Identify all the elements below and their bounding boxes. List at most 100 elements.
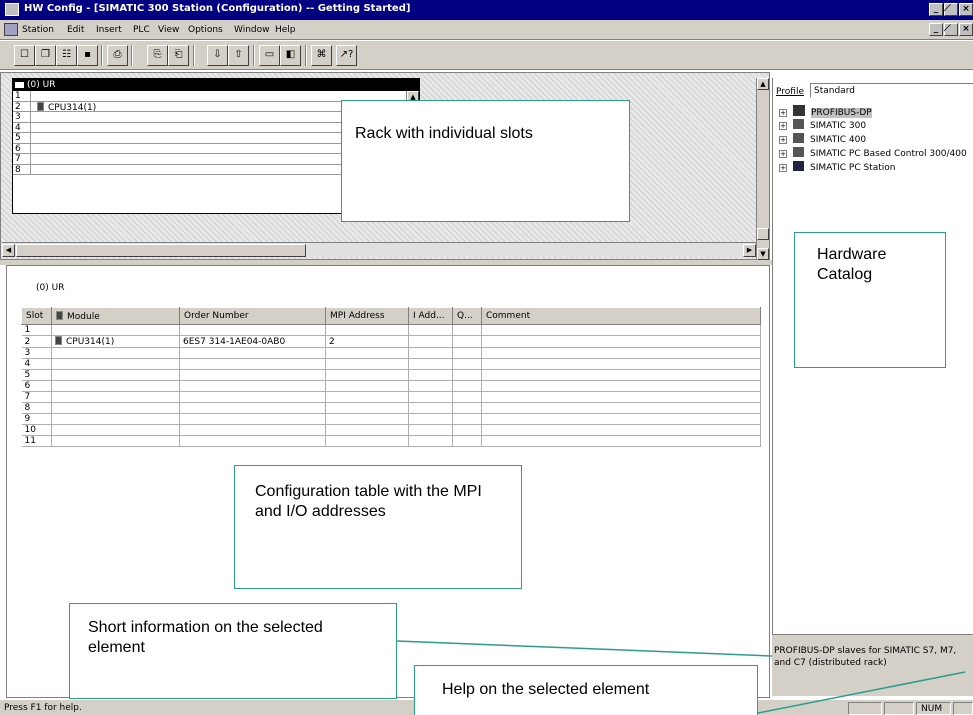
menu-window[interactable]: Window <box>234 25 270 35</box>
profile-select[interactable]: Standard <box>810 83 973 98</box>
cell-i-address[interactable] <box>408 358 453 370</box>
cell-q-address[interactable] <box>452 358 482 370</box>
cell-slot[interactable]: 8 <box>21 402 52 414</box>
table-row[interactable]: 7 <box>21 391 761 403</box>
menu-options[interactable]: Options <box>188 25 223 35</box>
cell-slot[interactable]: 1 <box>21 324 52 336</box>
cell-q-address[interactable] <box>452 335 482 348</box>
cell-module[interactable] <box>51 402 180 414</box>
cell-module[interactable] <box>51 380 180 392</box>
cell-i-address[interactable] <box>408 424 453 436</box>
cell-order-number[interactable] <box>179 424 326 436</box>
cell-comment[interactable] <box>481 335 761 348</box>
cell-mpi-address[interactable] <box>325 324 409 336</box>
expand-icon[interactable]: + <box>779 122 787 130</box>
cell-i-address[interactable] <box>408 369 453 381</box>
cell-q-address[interactable] <box>452 369 482 381</box>
cell-q-address[interactable] <box>452 402 482 414</box>
minimize-button[interactable]: _ <box>929 3 943 16</box>
cell-q-address[interactable] <box>452 435 482 447</box>
table-row[interactable]: 9 <box>21 413 761 425</box>
new-icon[interactable]: ☐ <box>14 45 35 66</box>
table-row[interactable]: 2 CPU314(1) 6ES7 314-1AE04-0AB0 2 <box>21 335 761 348</box>
catalog-item-profibus-dp[interactable]: + PROFIBUS-DP <box>773 105 872 118</box>
cell-order-number[interactable] <box>179 369 326 381</box>
cell-slot[interactable]: 7 <box>21 391 52 403</box>
cell-i-address[interactable] <box>408 380 453 392</box>
cell-comment[interactable] <box>481 435 761 447</box>
cell-i-address[interactable] <box>408 413 453 425</box>
app-icon[interactable] <box>5 3 19 16</box>
table-row[interactable]: 4 <box>21 358 761 370</box>
cell-module[interactable] <box>51 347 180 359</box>
cell-q-address[interactable] <box>452 413 482 425</box>
cell-slot[interactable]: 2 <box>21 335 52 348</box>
maximize-button[interactable]: ̸ <box>944 3 958 16</box>
scroll-thumb[interactable] <box>16 244 306 257</box>
expand-icon[interactable]: + <box>779 136 787 144</box>
expand-icon[interactable]: + <box>779 109 787 117</box>
cell-comment[interactable] <box>481 413 761 425</box>
cell-mpi-address[interactable] <box>325 358 409 370</box>
cell-order-number[interactable] <box>179 391 326 403</box>
mdi-minimize-button[interactable]: _ <box>929 23 943 36</box>
download-icon[interactable]: ⇩ <box>207 45 228 66</box>
cell-slot[interactable]: 6 <box>21 380 52 392</box>
save-icon[interactable]: ▪ <box>77 45 98 66</box>
cell-order-number[interactable]: 6ES7 314-1AE04-0AB0 <box>179 335 326 348</box>
cell-mpi-address[interactable] <box>325 435 409 447</box>
cell-comment[interactable] <box>481 347 761 359</box>
column-order-number[interactable]: Order Number <box>179 307 326 325</box>
cell-module[interactable] <box>51 424 180 436</box>
station-icon[interactable]: ☷ <box>56 45 77 66</box>
cell-mpi-address[interactable] <box>325 391 409 403</box>
cell-module[interactable]: CPU314(1) <box>51 335 180 348</box>
menu-insert[interactable]: Insert <box>96 25 122 35</box>
catalog-item-pc-based-control[interactable]: + SIMATIC PC Based Control 300/400 <box>773 147 967 159</box>
cell-comment[interactable] <box>481 369 761 381</box>
station-hscrollbar[interactable]: ◀ ▶ <box>2 242 756 257</box>
expand-icon[interactable]: + <box>779 164 787 172</box>
cell-mpi-address[interactable] <box>325 402 409 414</box>
scroll-left-icon[interactable]: ◀ <box>2 244 15 257</box>
cell-slot[interactable]: 3 <box>21 347 52 359</box>
menu-station[interactable]: Station <box>22 25 54 35</box>
document-icon[interactable] <box>4 23 18 36</box>
cell-order-number[interactable] <box>179 324 326 336</box>
cell-slot[interactable]: 9 <box>21 413 52 425</box>
cell-slot[interactable]: 4 <box>21 358 52 370</box>
table-row[interactable]: 3 <box>21 347 761 359</box>
netpro-icon[interactable]: ⌘ <box>311 45 332 66</box>
menu-edit[interactable]: Edit <box>67 25 84 35</box>
cell-order-number[interactable] <box>179 358 326 370</box>
table-row[interactable]: 10 <box>21 424 761 436</box>
mdi-maximize-button[interactable]: ̸ <box>944 23 958 36</box>
cell-order-number[interactable] <box>179 380 326 392</box>
column-module[interactable]: Module <box>51 307 180 325</box>
cell-slot[interactable]: 5 <box>21 369 52 381</box>
column-q-address[interactable]: Q... <box>452 307 482 325</box>
cell-module[interactable] <box>51 324 180 336</box>
table-row[interactable]: 8 <box>21 402 761 414</box>
cell-q-address[interactable] <box>452 424 482 436</box>
column-i-address[interactable]: I Add... <box>408 307 453 325</box>
scroll-up-icon[interactable]: ▲ <box>757 78 769 90</box>
cell-i-address[interactable] <box>408 402 453 414</box>
cell-comment[interactable] <box>481 324 761 336</box>
cell-i-address[interactable] <box>408 324 453 336</box>
help-icon[interactable]: ↗? <box>336 45 357 66</box>
upload-icon[interactable]: ⇧ <box>228 45 249 66</box>
cell-mpi-address[interactable] <box>325 369 409 381</box>
station-vscrollbar[interactable]: ▲ ▼ <box>756 78 769 260</box>
table-row[interactable]: 6 <box>21 380 761 392</box>
cell-comment[interactable] <box>481 424 761 436</box>
menu-view[interactable]: View <box>158 25 179 35</box>
cell-i-address[interactable] <box>408 435 453 447</box>
cell-mpi-address[interactable]: 2 <box>325 335 409 348</box>
scroll-down-icon[interactable]: ▼ <box>757 248 769 260</box>
cell-q-address[interactable] <box>452 391 482 403</box>
column-mpi-address[interactable]: MPI Address <box>325 307 409 325</box>
catalog-item-pc-station[interactable]: + SIMATIC PC Station <box>773 161 895 173</box>
cell-slot[interactable]: 11 <box>21 435 52 447</box>
cell-module[interactable] <box>51 369 180 381</box>
